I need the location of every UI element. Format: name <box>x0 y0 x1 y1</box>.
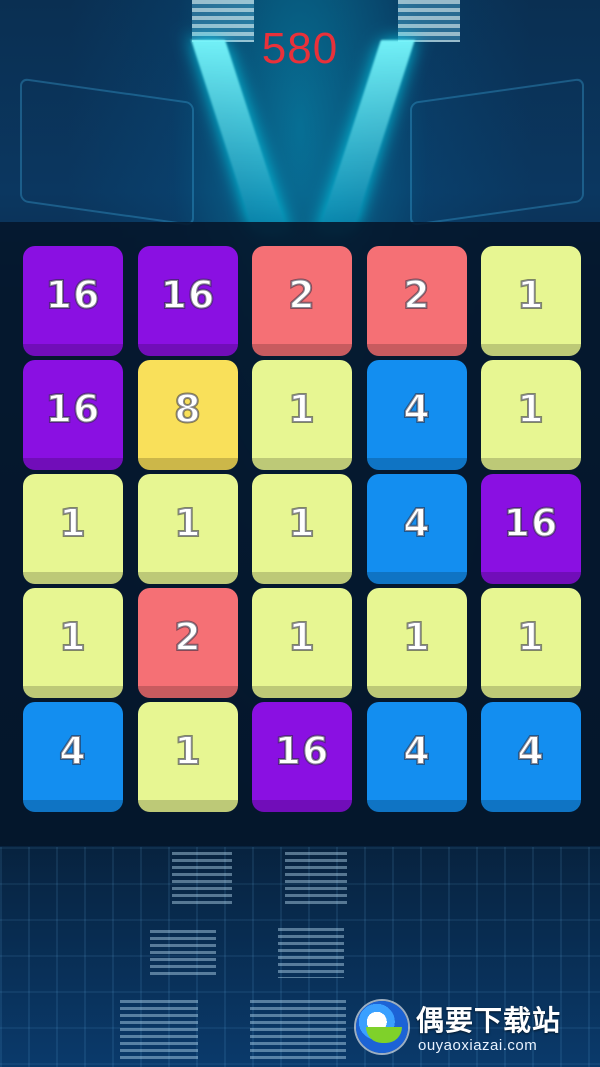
tile-value: 2 <box>173 614 202 660</box>
tile-value: 1 <box>58 614 87 660</box>
tile-value: 1 <box>287 500 316 546</box>
tile-r4-c4[interactable]: 1 <box>367 588 467 698</box>
tile-r1-c2[interactable]: 16 <box>138 246 238 356</box>
game-screen: 580 16 16 2 2 1 16 8 1 4 1 1 1 1 4 16 1 2 1 1 1 4 1 16 4 4 偶要下载站… <box>0 0 600 1067</box>
tile-value: 1 <box>402 614 431 660</box>
tile-r1-c3[interactable]: 2 <box>252 246 352 356</box>
tile-r1-c5[interactable]: 1 <box>481 246 581 356</box>
tile-r5-c3[interactable]: 16 <box>252 702 352 812</box>
tile-value: 4 <box>58 728 87 774</box>
ouyao-logo-icon <box>356 1001 408 1053</box>
tile-value: 1 <box>173 500 202 546</box>
tile-r5-c2[interactable]: 1 <box>138 702 238 812</box>
tile-value: 16 <box>45 272 101 318</box>
tile-r3-c4[interactable]: 4 <box>367 474 467 584</box>
tile-r5-c4[interactable]: 4 <box>367 702 467 812</box>
tile-r2-c3[interactable]: 1 <box>252 360 352 470</box>
floor-vent <box>285 852 347 904</box>
floor-vent <box>172 852 232 904</box>
tile-r2-c2[interactable]: 8 <box>138 360 238 470</box>
floor-vent <box>120 1000 198 1060</box>
tile-r3-c3[interactable]: 1 <box>252 474 352 584</box>
tile-r1-c1[interactable]: 16 <box>23 246 123 356</box>
tile-r5-c1[interactable]: 4 <box>23 702 123 812</box>
tile-r3-c1[interactable]: 1 <box>23 474 123 584</box>
tile-value: 2 <box>287 272 316 318</box>
tile-value: 1 <box>516 272 545 318</box>
tile-value: 4 <box>402 500 431 546</box>
watermark: 偶要下载站 ouyaoxiazai.com <box>356 997 592 1059</box>
tile-value: 1 <box>516 386 545 432</box>
tile-value: 16 <box>274 728 330 774</box>
tile-r2-c5[interactable]: 1 <box>481 360 581 470</box>
tile-r3-c2[interactable]: 1 <box>138 474 238 584</box>
tile-value: 4 <box>402 728 431 774</box>
tile-value: 8 <box>173 386 202 432</box>
tile-value: 1 <box>173 728 202 774</box>
game-board: 16 16 2 2 1 16 8 1 4 1 1 1 1 4 16 1 2 1 1 1 4 1 16 4 4 <box>0 222 600 846</box>
tile-value: 4 <box>516 728 545 774</box>
tile-value: 16 <box>503 500 559 546</box>
tile-value: 4 <box>402 386 431 432</box>
tile-r4-c2[interactable]: 2 <box>138 588 238 698</box>
tile-value: 1 <box>516 614 545 660</box>
tile-r4-c5[interactable]: 1 <box>481 588 581 698</box>
tile-value: 16 <box>45 386 101 432</box>
floor-vent <box>150 930 216 976</box>
tile-r2-c1[interactable]: 16 <box>23 360 123 470</box>
tile-value: 1 <box>287 614 316 660</box>
tile-r5-c5[interactable]: 4 <box>481 702 581 812</box>
watermark-url: ouyaoxiazai.com <box>418 1037 538 1054</box>
watermark-title: 偶要下载站 <box>416 1004 562 1037</box>
tile-value: 1 <box>58 500 87 546</box>
tile-value: 16 <box>160 272 216 318</box>
tile-r4-c3[interactable]: 1 <box>252 588 352 698</box>
tile-r4-c1[interactable]: 1 <box>23 588 123 698</box>
tile-value: 2 <box>402 272 431 318</box>
background-panel-left <box>20 77 194 227</box>
tile-r1-c4[interactable]: 2 <box>367 246 467 356</box>
floor-vent <box>250 1000 346 1060</box>
tile-value: 1 <box>287 386 316 432</box>
tile-r2-c4[interactable]: 4 <box>367 360 467 470</box>
score-display: 580 <box>261 24 339 73</box>
floor-vent <box>278 928 344 978</box>
tile-r3-c5[interactable]: 16 <box>481 474 581 584</box>
background-panel-right <box>410 77 584 227</box>
